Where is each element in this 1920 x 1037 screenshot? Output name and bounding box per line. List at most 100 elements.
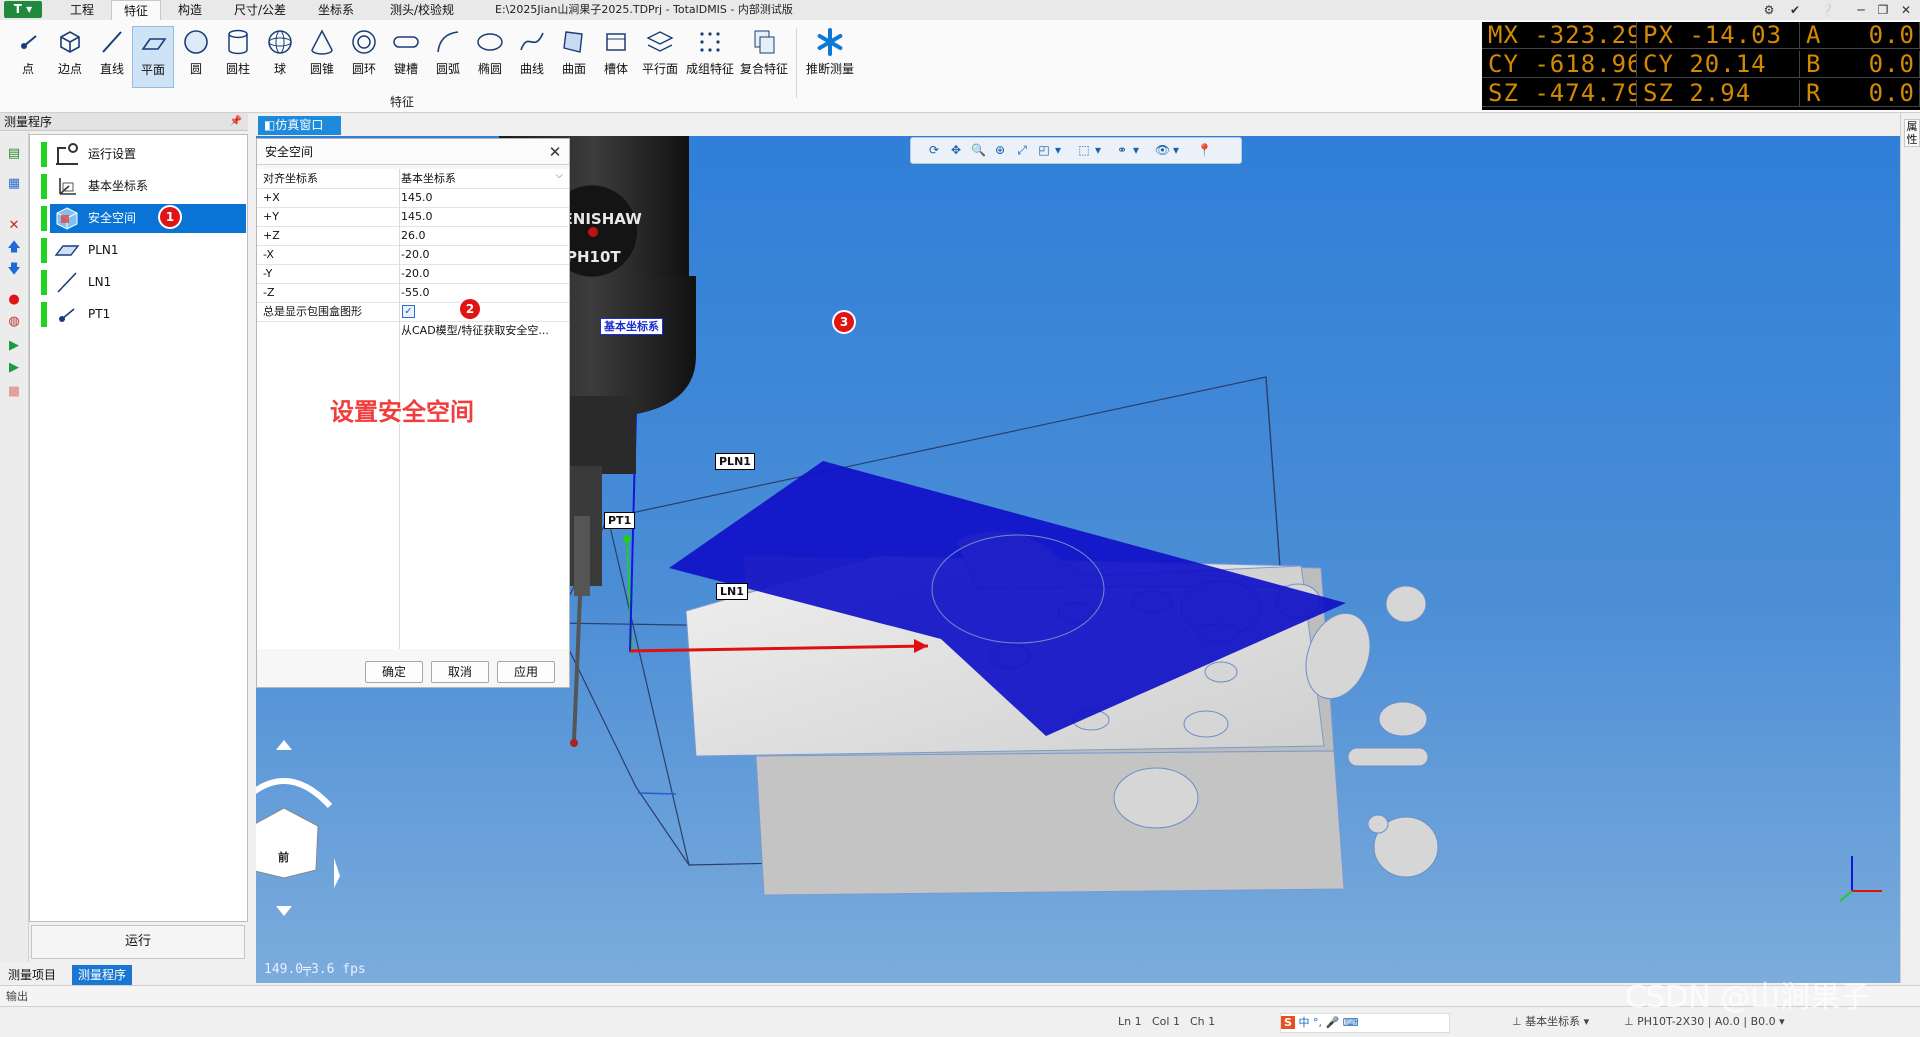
restore-button[interactable]: ❐: [1872, 0, 1894, 20]
ribbon-cylinder-button[interactable]: 圆柱: [218, 26, 258, 86]
tree-item-run-settings[interactable]: 运行设置: [30, 139, 247, 169]
menu-tab-project[interactable]: 工程: [56, 0, 108, 20]
plus-z-field[interactable]: 26.0: [401, 226, 565, 245]
property-row-minus-x[interactable]: -X -20.0: [257, 245, 569, 265]
ribbon-arc-button[interactable]: 圆弧: [428, 26, 468, 86]
zoom-window-icon[interactable]: ⊕: [993, 143, 1007, 157]
tree-item-ln1[interactable]: LN1: [30, 267, 247, 297]
minimize-button[interactable]: ─: [1850, 0, 1872, 20]
ribbon-edge-point-button[interactable]: 边点: [50, 26, 90, 86]
ime-punct[interactable]: °,: [1313, 1016, 1322, 1029]
tree-item-base-coord[interactable]: 基本坐标系: [30, 171, 247, 201]
align-coord-select[interactable]: 基本坐标系: [401, 169, 565, 188]
new-step-icon[interactable]: ▤: [6, 146, 22, 162]
stop-icon[interactable]: ■: [6, 384, 22, 400]
status-coord[interactable]: ⊥ 基本坐标系 ▾: [1512, 1007, 1589, 1037]
ime-toolbar[interactable]: S 中 °, 🎤 ⌨: [1280, 1013, 1450, 1033]
chevron-down-icon[interactable]: ▾: [1129, 143, 1143, 157]
ribbon-plane-button[interactable]: 平面: [132, 26, 174, 88]
ribbon-line-button[interactable]: 直线: [92, 26, 132, 86]
cancel-button[interactable]: 取消: [431, 661, 489, 683]
property-row-always-show[interactable]: 总是显示包围盒图形 ✓ 2: [257, 299, 569, 322]
always-show-checkbox[interactable]: ✓: [402, 305, 415, 318]
ok-button[interactable]: 确定: [365, 661, 423, 683]
chevron-down-icon[interactable]: ▾: [1051, 143, 1065, 157]
ribbon-point-button[interactable]: 点: [8, 26, 48, 86]
property-row-plus-y[interactable]: +Y 145.0: [257, 207, 569, 227]
ime-lang[interactable]: 中: [1298, 1016, 1309, 1029]
zoom-icon[interactable]: 🔍: [971, 143, 986, 157]
plus-y-field[interactable]: 145.0: [401, 207, 565, 226]
ribbon-surface-button[interactable]: 曲面: [554, 26, 594, 86]
property-row-plus-z[interactable]: +Z 26.0: [257, 226, 569, 246]
menu-tab-probe[interactable]: 测头/校验规: [378, 0, 466, 20]
pin-icon[interactable]: 📍: [1197, 143, 1212, 157]
run-button[interactable]: 运行: [31, 925, 245, 959]
fit-icon[interactable]: ⤢: [1015, 143, 1029, 157]
ribbon-circle-button[interactable]: 圆: [176, 26, 216, 86]
property-row-plus-x[interactable]: +X 145.0: [257, 188, 569, 208]
tab-simulation-window[interactable]: ◧仿真窗口: [258, 116, 341, 135]
menu-tab-dimension[interactable]: 尺寸/公差: [224, 0, 296, 20]
menu-tab-construct[interactable]: 构造: [164, 0, 216, 20]
ribbon-sphere-button[interactable]: 球: [260, 26, 300, 86]
ribbon-cone-button[interactable]: 圆锥: [302, 26, 342, 86]
ribbon-infer-measure-button[interactable]: 推断测量: [802, 26, 858, 86]
property-row-minus-y[interactable]: -Y -20.0: [257, 264, 569, 284]
select-mode-icon[interactable]: ⬚: [1077, 143, 1091, 157]
property-row-minus-z[interactable]: -Z -55.0: [257, 283, 569, 303]
app-menu-button[interactable]: T ▾: [4, 1, 42, 18]
ribbon-ellipse-button[interactable]: 椭圆: [470, 26, 510, 86]
property-row-align[interactable]: 对齐坐标系 基本坐标系 ⌵: [257, 169, 569, 189]
chevron-down-icon[interactable]: ⌵: [555, 170, 563, 181]
minus-x-field[interactable]: -20.0: [401, 245, 565, 264]
menu-tab-coordinate[interactable]: 坐标系: [306, 0, 366, 20]
property-row-from-cad[interactable]: 从CAD模型/特征获取安全空...: [257, 321, 569, 340]
menu-tab-feature[interactable]: 特征: [111, 0, 161, 22]
insert-icon[interactable]: ▦: [6, 176, 22, 192]
close-icon[interactable]: ✕: [545, 141, 565, 163]
from-cad-button[interactable]: 从CAD模型/特征获取安全空...: [401, 321, 567, 340]
ribbon-slot-button[interactable]: 键槽: [386, 26, 426, 86]
ribbon-torus-button[interactable]: 圆环: [344, 26, 384, 86]
check-icon[interactable]: ✔: [1784, 0, 1806, 20]
minus-y-field[interactable]: -20.0: [401, 264, 565, 283]
delete-icon[interactable]: ✕: [6, 218, 22, 234]
tab-output[interactable]: 输出: [6, 988, 28, 1004]
chevron-down-icon[interactable]: ▾: [1091, 143, 1105, 157]
breakpoint-icon[interactable]: ◍: [6, 314, 22, 330]
ime-mic-icon[interactable]: 🎤: [1325, 1016, 1339, 1029]
view-cube[interactable]: [256, 740, 340, 916]
chevron-down-icon[interactable]: ▾: [1169, 143, 1183, 157]
ribbon-pocket-button[interactable]: 槽体: [596, 26, 636, 86]
plus-x-field[interactable]: 145.0: [401, 188, 565, 207]
ribbon-curve-button[interactable]: 曲线: [512, 26, 552, 86]
apply-button[interactable]: 应用: [497, 661, 555, 683]
minus-z-field[interactable]: -55.0: [401, 283, 565, 302]
sogou-ime-icon[interactable]: S: [1281, 1016, 1295, 1029]
eye-icon[interactable]: 👁: [1155, 143, 1170, 157]
play-icon[interactable]: ▶: [6, 338, 22, 354]
move-down-icon[interactable]: 🡇: [6, 262, 22, 278]
ime-keyboard-icon[interactable]: ⌨: [1343, 1016, 1359, 1029]
view-orientation-icon[interactable]: ◰: [1037, 143, 1051, 157]
pin-icon[interactable]: 📌: [230, 113, 242, 131]
help-icon[interactable]: ❔: [1816, 0, 1838, 20]
tab-properties[interactable]: 属性: [1904, 119, 1920, 147]
display-mode-icon[interactable]: ⚭: [1115, 143, 1129, 157]
ribbon-parallel-plane-button[interactable]: 平行面: [638, 26, 682, 86]
ribbon-composite-feature-button[interactable]: 复合特征: [738, 26, 790, 86]
tree-item-pt1[interactable]: PT1: [30, 299, 247, 329]
ribbon-group-feature-button[interactable]: 成组特征: [684, 26, 736, 86]
pan-icon[interactable]: ✥: [949, 143, 963, 157]
step-run-icon[interactable]: ▶: [6, 360, 22, 376]
close-button[interactable]: ✕: [1895, 0, 1917, 20]
move-up-icon[interactable]: 🡅: [6, 240, 22, 256]
tab-measure-project[interactable]: 测量项目: [2, 965, 62, 985]
tree-item-pln1[interactable]: PLN1: [30, 235, 247, 265]
refresh-icon[interactable]: ⟳: [927, 143, 941, 157]
tree-item-safe-space[interactable]: 安全空间 1: [30, 203, 247, 233]
settings-icon[interactable]: ⚙: [1758, 0, 1780, 20]
record-icon[interactable]: ●: [6, 292, 22, 308]
tab-measure-program[interactable]: 测量程序: [72, 965, 133, 985]
